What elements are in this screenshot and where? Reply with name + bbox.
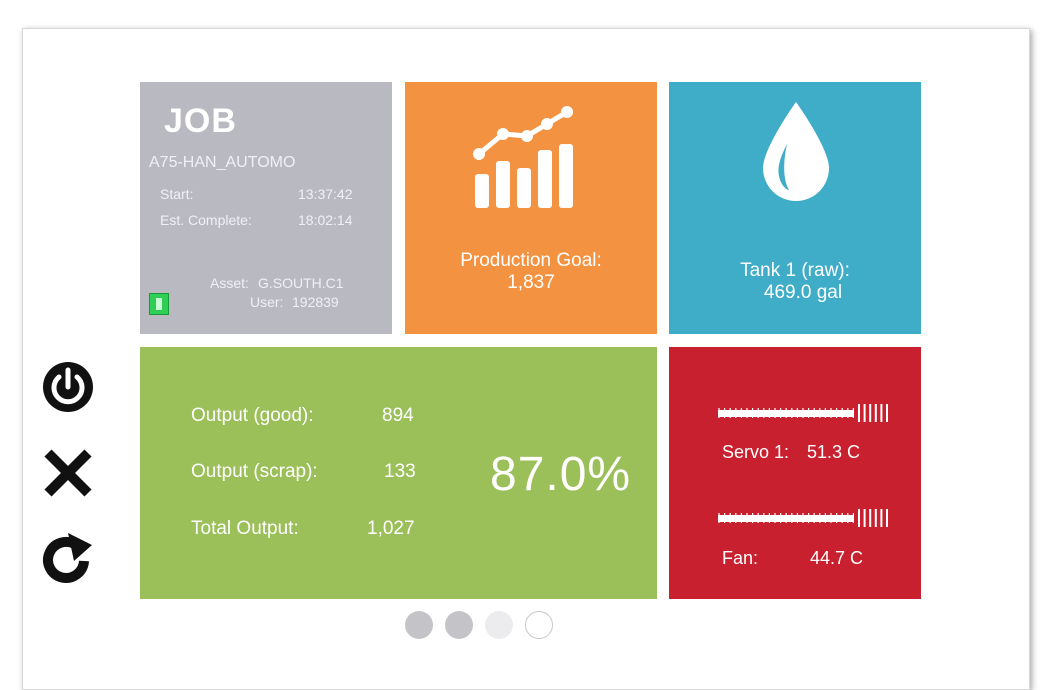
fan-label: Fan:	[722, 548, 759, 568]
job-status-badge	[149, 293, 169, 315]
trend-point-3	[521, 130, 533, 142]
output-total-value: 1,027	[367, 518, 415, 539]
output-yield-percent: 87.0%	[490, 448, 632, 501]
tank-value: 469.0 gal	[763, 282, 843, 303]
production-goal-value: 1,837	[507, 272, 555, 293]
job-est-complete-value: 18:02:14	[298, 212, 353, 228]
page-dot-4[interactable]	[525, 611, 553, 639]
page-dot-2[interactable]	[445, 611, 473, 639]
output-total-label: Total Output:	[191, 518, 299, 539]
servo-gauge	[718, 404, 888, 422]
output-scrap-value: 133	[384, 461, 416, 482]
job-est-complete-row: Est. Complete: 18:02:14	[160, 212, 370, 230]
production-goal-tile[interactable]: Production Goal: 1,837	[405, 82, 657, 334]
job-title: JOB	[164, 102, 237, 140]
temperature-tile[interactable]: Servo 1: 51.3 C Fan: 44.7 C	[669, 347, 921, 599]
fan-row: Fan: 44.7 C	[722, 548, 912, 572]
job-user-row: User: 192839	[250, 294, 380, 312]
water-drop-icon	[763, 102, 829, 201]
job-start-value: 13:37:42	[298, 186, 353, 202]
fan-gauge	[718, 509, 888, 527]
page-dot-1[interactable]	[405, 611, 433, 639]
page-dot-3[interactable]	[485, 611, 513, 639]
trend-point-1	[473, 148, 485, 160]
chart-bar-4	[538, 150, 552, 208]
output-scrap-label: Output (scrap):	[191, 461, 318, 482]
drop-shape	[763, 102, 829, 201]
output-scrap-row: Output (scrap): 133	[191, 461, 426, 485]
job-start-label: Start:	[160, 186, 194, 202]
job-asset-row: Asset: G.SOUTH.C1	[210, 275, 370, 293]
job-user-value: 192839	[292, 294, 339, 310]
job-est-complete-label: Est. Complete:	[160, 212, 252, 228]
page-indicator	[405, 611, 565, 641]
bar-chart-trend-icon	[473, 106, 573, 208]
trend-point-5	[561, 106, 573, 118]
job-asset-label: Asset:	[210, 275, 249, 291]
trend-point-2	[497, 128, 509, 140]
output-good-label: Output (good):	[191, 405, 314, 426]
output-tile[interactable]: Output (good): 894 Output (scrap): 133 T…	[140, 347, 657, 599]
chart-bar-1	[475, 174, 489, 208]
tank-label: Tank 1 (raw):	[740, 260, 850, 281]
job-user-label: User:	[250, 294, 284, 310]
tank-tile[interactable]: Tank 1 (raw): 469.0 gal	[669, 82, 921, 334]
output-good-row: Output (good): 894	[191, 405, 426, 429]
chart-bar-2	[496, 161, 510, 208]
output-total-row: Total Output: 1,027	[191, 518, 426, 542]
power-icon[interactable]	[42, 361, 94, 413]
production-goal-label: Production Goal:	[460, 250, 602, 271]
chart-bar-3	[517, 168, 531, 208]
chart-bar-5	[559, 144, 573, 208]
job-id: A75-HAN_AUTOMO	[149, 154, 296, 171]
servo-label: Servo 1:	[722, 442, 790, 462]
trend-point-4	[541, 118, 553, 130]
servo-row: Servo 1: 51.3 C	[722, 442, 912, 466]
fan-value: 44.7 C	[810, 548, 864, 568]
refresh-icon[interactable]	[40, 531, 96, 587]
servo-value: 51.3 C	[807, 442, 861, 462]
job-tile[interactable]: JOB A75-HAN_AUTOMO Start: 13:37:42 Est. …	[140, 82, 392, 334]
job-asset-value: G.SOUTH.C1	[258, 275, 344, 291]
job-start-row: Start: 13:37:42	[160, 186, 370, 204]
output-good-value: 894	[382, 405, 414, 426]
close-icon[interactable]	[42, 447, 94, 499]
